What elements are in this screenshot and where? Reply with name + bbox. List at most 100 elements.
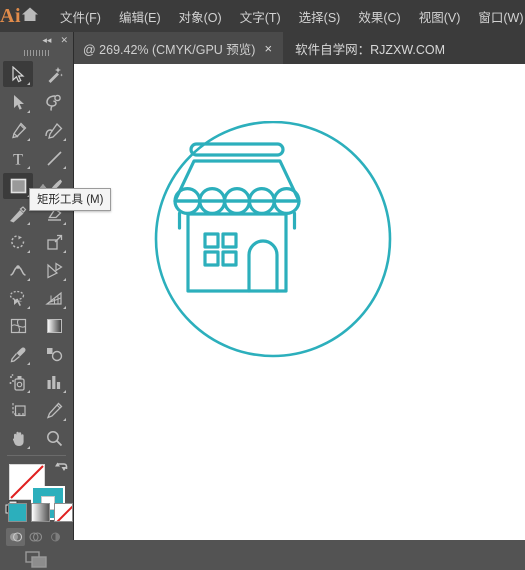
lasso-tool[interactable] bbox=[39, 89, 69, 115]
tool-flyout-corner bbox=[27, 82, 30, 85]
tool-flyout-corner bbox=[63, 138, 66, 141]
eyedropper-tool[interactable] bbox=[3, 341, 33, 367]
window-panes bbox=[221, 250, 238, 267]
column-graph-tool[interactable] bbox=[39, 369, 69, 395]
color-mode-buttons bbox=[0, 500, 73, 524]
tool-flyout-corner bbox=[27, 166, 30, 169]
menu-item-list: 文件(F) 编辑(E) 对象(O) 文字(T) 选择(S) 效果(C) 视图(V… bbox=[51, 3, 525, 30]
home-icon bbox=[21, 6, 39, 27]
change-screen-mode-button[interactable] bbox=[0, 548, 73, 570]
panel-drag-handle[interactable] bbox=[0, 48, 73, 58]
tools-panel: ◂◂ ✕ T bbox=[0, 32, 74, 568]
shape-builder-tool[interactable] bbox=[3, 285, 33, 311]
swap-fill-stroke-icon[interactable] bbox=[54, 462, 68, 480]
illustrator-window: Ai 文件(F) 编辑(E) 对象(O) 文字(T) 选择(S) 效果(C) 视… bbox=[0, 0, 525, 568]
blend-tool[interactable] bbox=[39, 341, 69, 367]
shop-storefront-icon[interactable] bbox=[153, 120, 403, 371]
menu-file[interactable]: 文件(F) bbox=[51, 3, 110, 30]
document-tab-label: @ 269.42% (CMYK/GPU 预览) bbox=[83, 42, 256, 57]
tool-flyout-corner bbox=[27, 390, 30, 393]
tool-flyout-corner bbox=[27, 250, 30, 253]
awning-top-bar bbox=[189, 142, 285, 157]
home-button[interactable] bbox=[21, 0, 39, 32]
zoom-tool[interactable] bbox=[39, 425, 69, 451]
mesh-tool[interactable] bbox=[3, 313, 33, 339]
tooltip-label: 矩形工具 (M) bbox=[37, 194, 104, 206]
line-segment-tool[interactable] bbox=[39, 145, 69, 171]
tool-flyout-corner bbox=[27, 138, 30, 141]
curvature-tool[interactable] bbox=[39, 117, 69, 143]
gradient-mode-button[interactable] bbox=[31, 502, 50, 522]
tool-flyout-corner bbox=[63, 306, 66, 309]
tool-tooltip: 矩形工具 (M) bbox=[29, 184, 112, 211]
color-mode-button[interactable] bbox=[8, 502, 27, 522]
grip-lines-icon bbox=[23, 50, 50, 56]
collapse-icon[interactable]: ◂◂ bbox=[42, 35, 51, 45]
tool-flyout-corner bbox=[63, 418, 66, 421]
awning-scallops bbox=[223, 199, 251, 215]
site-watermark-label: 软件自学网：RJZXW.COM bbox=[295, 42, 446, 57]
document-tab[interactable]: @ 269.42% (CMYK/GPU 预览) × bbox=[73, 32, 284, 64]
window-panes bbox=[203, 232, 220, 249]
gradient-tool[interactable] bbox=[39, 313, 69, 339]
symbol-sprayer-tool[interactable] bbox=[3, 369, 33, 395]
width-tool[interactable] bbox=[3, 257, 33, 283]
close-icon[interactable]: × bbox=[262, 42, 274, 55]
tool-flyout-corner bbox=[63, 222, 66, 225]
menu-type[interactable]: 文字(T) bbox=[231, 3, 290, 30]
tools-divider bbox=[7, 455, 66, 456]
awning-scallops bbox=[198, 187, 227, 203]
none-mode-button[interactable] bbox=[54, 502, 73, 522]
pen-tool[interactable] bbox=[3, 117, 33, 143]
window-panes bbox=[221, 232, 238, 249]
awning-scallops bbox=[173, 199, 202, 215]
tool-flyout-corner bbox=[27, 222, 30, 225]
ai-logo-text: Ai bbox=[0, 4, 21, 27]
free-transform-tool[interactable] bbox=[39, 257, 69, 283]
menu-effect[interactable]: 效果(C) bbox=[349, 3, 409, 30]
menu-edit[interactable]: 编辑(E) bbox=[110, 3, 170, 30]
artboard-tool[interactable] bbox=[3, 397, 33, 423]
close-icon[interactable]: ✕ bbox=[60, 35, 68, 45]
selection-tool[interactable] bbox=[3, 61, 33, 87]
tool-flyout-corner bbox=[27, 446, 30, 449]
draw-inside-button[interactable] bbox=[46, 528, 65, 546]
awning-scallops bbox=[198, 199, 227, 215]
site-watermark-tab: 软件自学网：RJZXW.COM bbox=[283, 32, 457, 64]
menu-view[interactable]: 视图(V) bbox=[410, 3, 470, 30]
rotate-tool[interactable] bbox=[3, 229, 33, 255]
tool-flyout-corner bbox=[63, 390, 66, 393]
tool-flyout-corner bbox=[27, 110, 30, 113]
awning-canopy bbox=[173, 159, 301, 203]
direct-selection-tool[interactable] bbox=[3, 89, 33, 115]
svg-text:T: T bbox=[13, 151, 23, 167]
tool-flyout-corner bbox=[63, 166, 66, 169]
canvas-area[interactable] bbox=[73, 64, 525, 540]
menu-bar: Ai 文件(F) 编辑(E) 对象(O) 文字(T) 选择(S) 效果(C) 视… bbox=[0, 0, 525, 32]
window-panes bbox=[203, 250, 220, 267]
tool-flyout-corner bbox=[63, 250, 66, 253]
draw-behind-button[interactable] bbox=[26, 528, 45, 546]
type-tool[interactable]: T bbox=[3, 145, 33, 171]
arched-door bbox=[247, 239, 279, 293]
slice-tool[interactable] bbox=[39, 397, 69, 423]
magic-wand-tool[interactable] bbox=[39, 61, 69, 87]
tool-grid: T bbox=[0, 58, 73, 452]
ai-logo: Ai bbox=[0, 0, 21, 32]
hand-tool[interactable] bbox=[3, 425, 33, 451]
tool-flyout-corner bbox=[27, 362, 30, 365]
awning-scallops bbox=[247, 187, 276, 203]
tool-flyout-corner bbox=[63, 278, 66, 281]
drawing-mode-buttons bbox=[0, 526, 73, 548]
scale-tool[interactable] bbox=[39, 229, 69, 255]
outer-circle bbox=[154, 120, 392, 358]
menu-window[interactable]: 窗口(W) bbox=[469, 3, 525, 30]
awning-scallops bbox=[223, 187, 251, 203]
draw-normal-button[interactable] bbox=[6, 528, 25, 546]
menu-object[interactable]: 对象(O) bbox=[170, 3, 231, 30]
awning-scallops bbox=[272, 199, 301, 215]
menu-select[interactable]: 选择(S) bbox=[290, 3, 350, 30]
awning-scallops bbox=[247, 199, 276, 215]
tool-flyout-corner bbox=[27, 278, 30, 281]
perspective-grid-tool[interactable] bbox=[39, 285, 69, 311]
